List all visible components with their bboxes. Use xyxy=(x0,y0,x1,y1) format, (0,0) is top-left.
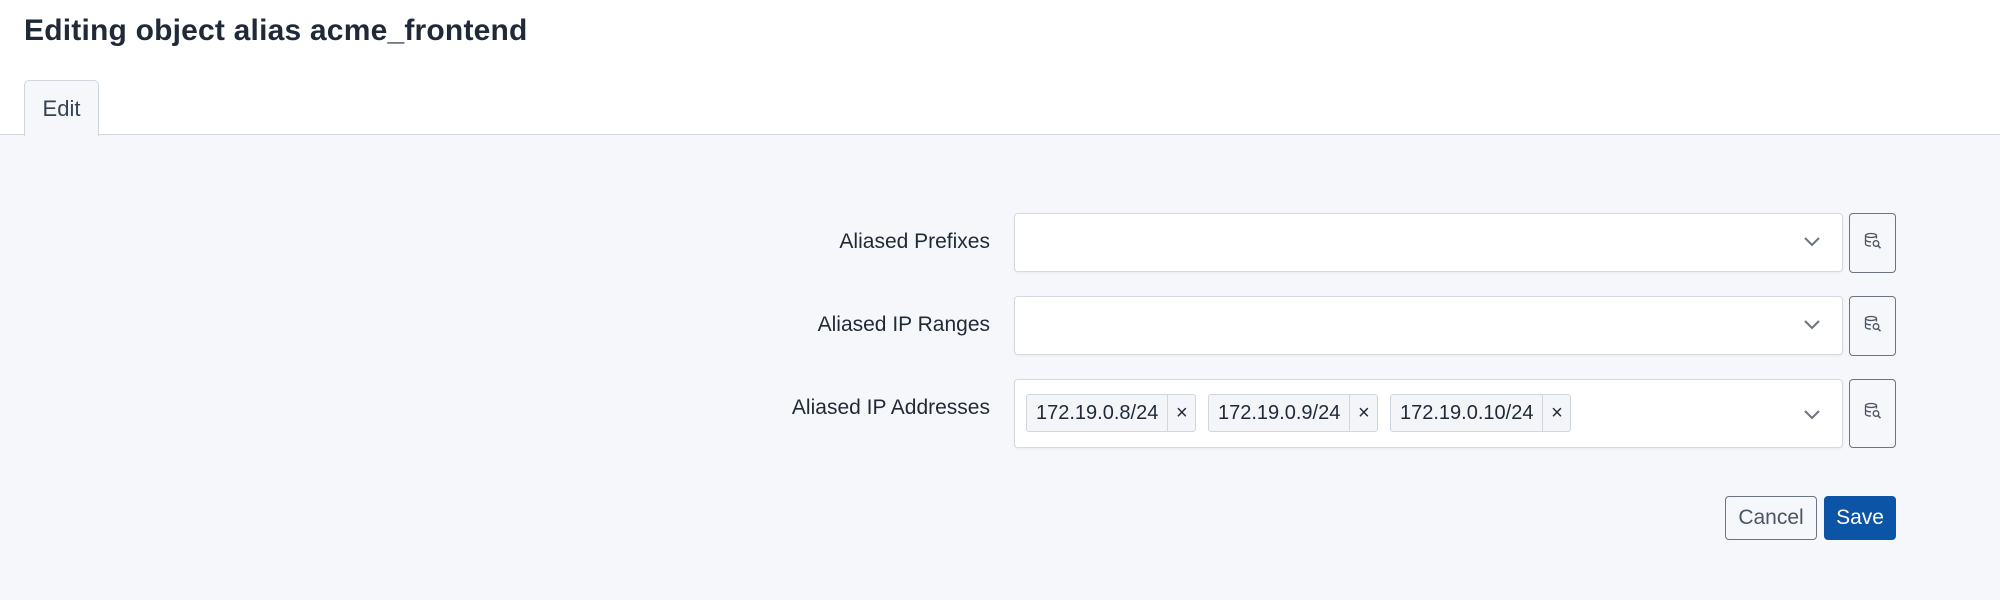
chevron-down-icon[interactable] xyxy=(1802,405,1822,425)
chevron-down-icon[interactable] xyxy=(1802,232,1822,252)
aliased-ip-addresses-lookup-button[interactable] xyxy=(1849,379,1896,448)
aliased-ip-ranges-lookup-button[interactable] xyxy=(1849,296,1896,356)
page-header: Editing object alias acme_frontend Edit xyxy=(0,0,2000,136)
selected-ip-chip: 172.19.0.9/24 × xyxy=(1208,394,1379,432)
object-selector-icon xyxy=(1864,402,1882,425)
object-selector-icon xyxy=(1864,232,1882,255)
chip-remove-button[interactable]: × xyxy=(1349,395,1377,431)
tab-edit[interactable]: Edit xyxy=(24,80,99,136)
selected-ip-chip: 172.19.0.8/24 × xyxy=(1026,394,1197,432)
chip-remove-button[interactable]: × xyxy=(1167,395,1195,431)
chip-remove-button[interactable]: × xyxy=(1542,395,1570,431)
edit-form: Aliased Prefixes Aliased IP Ranges Alias… xyxy=(0,135,2000,600)
aliased-ip-addresses-select[interactable]: 172.19.0.8/24 × 172.19.0.9/24 × 172.19.0… xyxy=(1014,379,1843,448)
aliased-ip-addresses-label: Aliased IP Addresses xyxy=(791,396,990,419)
chip-label: 172.19.0.10/24 xyxy=(1400,401,1534,424)
chip-label: 172.19.0.9/24 xyxy=(1218,401,1341,424)
aliased-ip-ranges-select[interactable] xyxy=(1014,296,1843,355)
tab-edit-label: Edit xyxy=(42,95,81,121)
aliased-prefixes-label: Aliased Prefixes xyxy=(839,230,990,253)
object-selector-icon xyxy=(1864,315,1882,338)
aliased-ip-ranges-label: Aliased IP Ranges xyxy=(817,313,990,336)
page-title: Editing object alias acme_frontend xyxy=(24,14,528,47)
aliased-prefixes-select[interactable] xyxy=(1014,213,1843,272)
chevron-down-icon[interactable] xyxy=(1802,315,1822,335)
save-button[interactable]: Save xyxy=(1824,496,1896,540)
cancel-button[interactable]: Cancel xyxy=(1725,496,1817,540)
aliased-prefixes-lookup-button[interactable] xyxy=(1849,213,1896,273)
chip-label: 172.19.0.8/24 xyxy=(1036,401,1159,424)
selected-ip-chip: 172.19.0.10/24 × xyxy=(1390,394,1572,432)
